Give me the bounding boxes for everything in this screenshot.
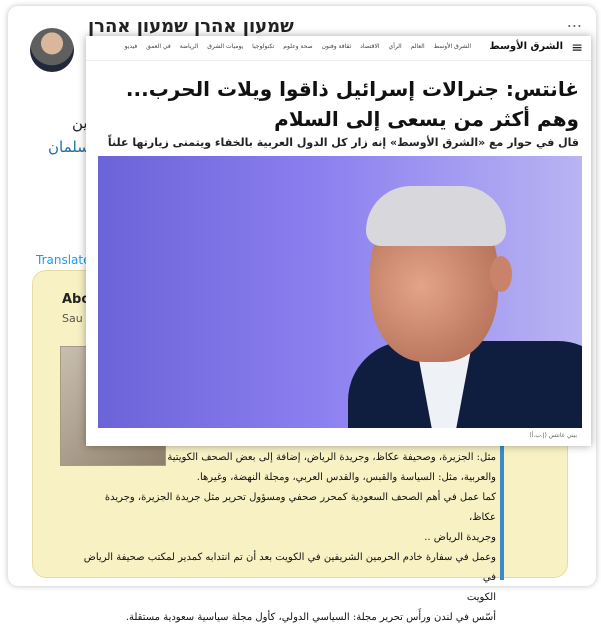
nav-link[interactable]: العالم	[411, 43, 425, 50]
section-links: الشرق الأوسط العالم الرأي الاقتصاد ثقافة…	[118, 43, 471, 50]
more-options-icon[interactable]: ...	[567, 12, 582, 31]
nav-link[interactable]: في العمق	[146, 43, 171, 50]
nav-link[interactable]: الرياضة	[180, 43, 199, 50]
body-line: وجريدة الرياض ..	[424, 532, 496, 543]
article-subheadline: قال في حوار مع «الشرق الأوسط» إنه زار كل…	[107, 136, 579, 149]
nav-link[interactable]: صحة وعلوم	[283, 43, 312, 50]
photo-hair-shape	[366, 186, 506, 246]
top-navigation: ≡ الشرق الأوسط الشرق الأوسط العالم الرأي…	[86, 36, 591, 61]
quote-accent-bar	[500, 440, 504, 580]
nav-link[interactable]: الاقتصاد	[360, 43, 379, 50]
translate-link[interactable]: Translate	[36, 253, 91, 267]
nav-link[interactable]: فيديو	[125, 43, 138, 50]
avatar[interactable]	[30, 28, 74, 72]
news-article: ≡ الشرق الأوسط الشرق الأوسط العالم الرأي…	[86, 36, 591, 446]
body-line: وعمل في سفارة خادم الحرمين الشريفين في ا…	[83, 552, 496, 583]
site-logo[interactable]: الشرق الأوسط	[489, 41, 563, 52]
quoted-author-handle: Sau	[62, 312, 83, 325]
body-line: الكويت	[466, 592, 496, 603]
body-line: كما عمل في أهم الصحف السعودية كمحرر صحفي…	[104, 492, 496, 523]
nav-link[interactable]: الشرق الأوسط	[434, 43, 471, 50]
nav-link[interactable]: ثقافة وفنون	[322, 43, 352, 50]
photo-ear-shape	[490, 256, 512, 292]
body-line: والعربية، مثل: السياسة والقبس، والقدس ال…	[196, 472, 496, 483]
photo-caption: بيني غانتس (إ.ب.أ)	[529, 432, 577, 439]
nav-link[interactable]: يوميات الشرق	[207, 43, 243, 50]
body-line: مثل: الجزيرة، وصحيفة عكاظ، وجريدة الرياض…	[167, 452, 496, 463]
nav-link[interactable]: تكنولوجيا	[252, 43, 274, 50]
article-photo[interactable]	[98, 156, 582, 428]
article-headline: غانتس: جنرالات إسرائيل ذاقوا ويلات الحرب…	[125, 77, 579, 131]
tweet-link-fragment[interactable]: سلمان	[48, 138, 90, 156]
nav-link[interactable]: الرأي	[389, 43, 402, 50]
author-name[interactable]: שמעון אהרן שמעון אהרן	[88, 16, 294, 37]
quoted-post-body: مثل: الجزيرة، وصحيفة عكاظ، وجريدة الرياض…	[78, 448, 496, 628]
body-line: أسّس في لندن ورأَس تحرير مجلة: السياسي ا…	[125, 612, 496, 623]
hamburger-menu-icon[interactable]: ≡	[571, 40, 583, 56]
